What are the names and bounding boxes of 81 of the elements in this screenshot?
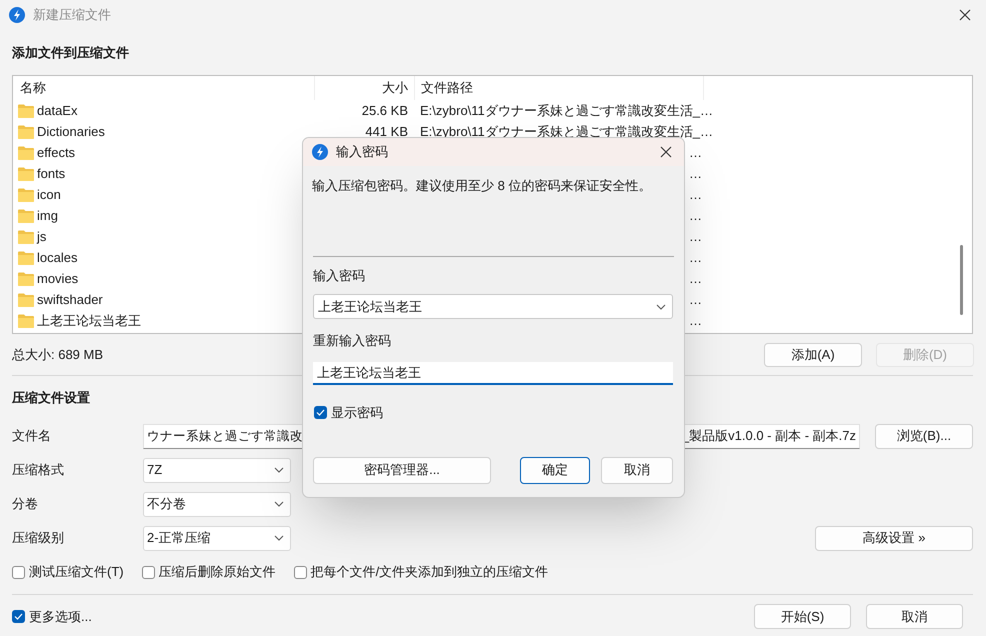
field-label: 分卷 bbox=[12, 495, 39, 514]
app-icon bbox=[9, 7, 25, 23]
file-name[interactable]: locales bbox=[37, 248, 78, 268]
folder-icon bbox=[18, 188, 34, 202]
total-size: 总大小: 689 MB bbox=[12, 346, 104, 364]
file-name[interactable]: effects bbox=[37, 142, 76, 162]
cancel-button[interactable]: 取消 bbox=[601, 456, 673, 484]
file-name[interactable]: icon bbox=[37, 184, 61, 204]
password-combobox[interactable]: 上老王论坛当老王 bbox=[313, 294, 673, 319]
ok-button[interactable]: 确定 bbox=[520, 456, 590, 484]
chevron-down-icon bbox=[656, 304, 666, 310]
checkbox-label[interactable]: 更多选项... bbox=[29, 606, 92, 626]
dropdown[interactable]: 不分卷 bbox=[143, 492, 291, 516]
folder-icon bbox=[18, 104, 34, 118]
dropdown[interactable]: 7Z bbox=[143, 458, 291, 482]
checkbox-label[interactable]: 显示密码 bbox=[331, 403, 383, 422]
file-size: 25.6 KB bbox=[362, 102, 408, 120]
dialog-message: 输入压缩包密码。建议使用至少 8 位的密码来保证安全性。 bbox=[312, 177, 652, 196]
checkbox[interactable] bbox=[142, 566, 155, 578]
close-icon[interactable] bbox=[660, 146, 672, 158]
section-title: 添加文件到压缩文件 bbox=[12, 44, 129, 62]
file-path: … bbox=[689, 186, 702, 204]
folder-icon bbox=[18, 230, 34, 244]
file-name[interactable]: fonts bbox=[37, 164, 66, 184]
checkbox[interactable] bbox=[294, 566, 307, 578]
folder-icon bbox=[18, 314, 34, 328]
chevron-down-icon bbox=[274, 535, 284, 541]
column-header[interactable]: 名称 bbox=[13, 76, 314, 100]
file-name[interactable]: Dictionaries bbox=[37, 122, 105, 142]
browse-button[interactable]: 浏览(B)... bbox=[875, 424, 973, 448]
dropdown[interactable]: 2-正常压缩 bbox=[143, 526, 291, 550]
window-title: 新建压缩文件 bbox=[33, 6, 111, 24]
advanced-settings-button[interactable]: 高级设置 » bbox=[815, 526, 973, 550]
app-icon bbox=[312, 144, 328, 160]
file-name[interactable]: movies bbox=[37, 268, 78, 288]
checkbox[interactable] bbox=[314, 406, 327, 420]
column-header[interactable]: 大小 bbox=[314, 76, 414, 100]
checkbox-label[interactable]: 把每个文件/文件夹添加到独立的压缩文件 bbox=[310, 562, 548, 582]
cancel-button[interactable]: 取消 bbox=[866, 604, 963, 629]
folder-icon bbox=[18, 208, 34, 222]
chevron-down-icon bbox=[274, 467, 284, 473]
file-path: … bbox=[689, 270, 702, 288]
file-path: … bbox=[689, 144, 702, 162]
file-path: … bbox=[689, 290, 702, 309]
add-button[interactable]: 添加(A) bbox=[764, 342, 862, 366]
close-icon[interactable] bbox=[959, 9, 971, 21]
file-path: E:\zybro\11ダウナー系妹と過ごす常識改変生活_… bbox=[420, 102, 714, 120]
folder-icon bbox=[18, 292, 34, 306]
file-path: … bbox=[689, 248, 702, 267]
folder-icon bbox=[18, 124, 34, 138]
folder-icon bbox=[18, 146, 34, 160]
folder-icon bbox=[18, 272, 34, 286]
field-label: 压缩级别 bbox=[12, 529, 65, 548]
checkbox-label[interactable]: 压缩后删除原始文件 bbox=[158, 562, 276, 582]
file-name[interactable]: js bbox=[37, 226, 46, 246]
file-path: … bbox=[689, 228, 702, 246]
file-name[interactable]: 上老王论坛当老王 bbox=[37, 310, 141, 330]
folder-icon bbox=[18, 250, 34, 264]
folder-icon bbox=[18, 166, 34, 180]
password-manager-button[interactable]: 密码管理器... bbox=[313, 456, 491, 484]
checkbox-label[interactable]: 测试压缩文件(T) bbox=[29, 562, 124, 582]
file-path: … bbox=[689, 164, 702, 183]
field-label: 输入密码 bbox=[313, 266, 365, 285]
confirm-password-field[interactable]: 上老王论坛当老王 bbox=[313, 362, 673, 385]
file-path: … bbox=[689, 206, 702, 225]
file-name[interactable]: img bbox=[37, 206, 58, 226]
file-path: … bbox=[689, 312, 702, 330]
field-label: 重新输入密码 bbox=[313, 332, 391, 350]
file-size: 441 KB bbox=[365, 122, 408, 141]
dialog-title: 输入密码 bbox=[336, 143, 388, 162]
checkbox[interactable] bbox=[12, 566, 25, 578]
column-header[interactable]: 文件路径 bbox=[414, 76, 704, 100]
field-label: 压缩格式 bbox=[12, 461, 65, 480]
section-title: 压缩文件设置 bbox=[12, 388, 90, 407]
checkbox[interactable] bbox=[12, 610, 25, 623]
file-name[interactable]: dataEx bbox=[37, 100, 78, 120]
field-label: 文件名 bbox=[12, 427, 52, 446]
start-button[interactable]: 开始(S) bbox=[754, 604, 851, 629]
chevron-down-icon bbox=[274, 501, 284, 507]
file-name[interactable]: swiftshader bbox=[37, 290, 103, 310]
scrollbar-thumb[interactable] bbox=[960, 245, 963, 315]
